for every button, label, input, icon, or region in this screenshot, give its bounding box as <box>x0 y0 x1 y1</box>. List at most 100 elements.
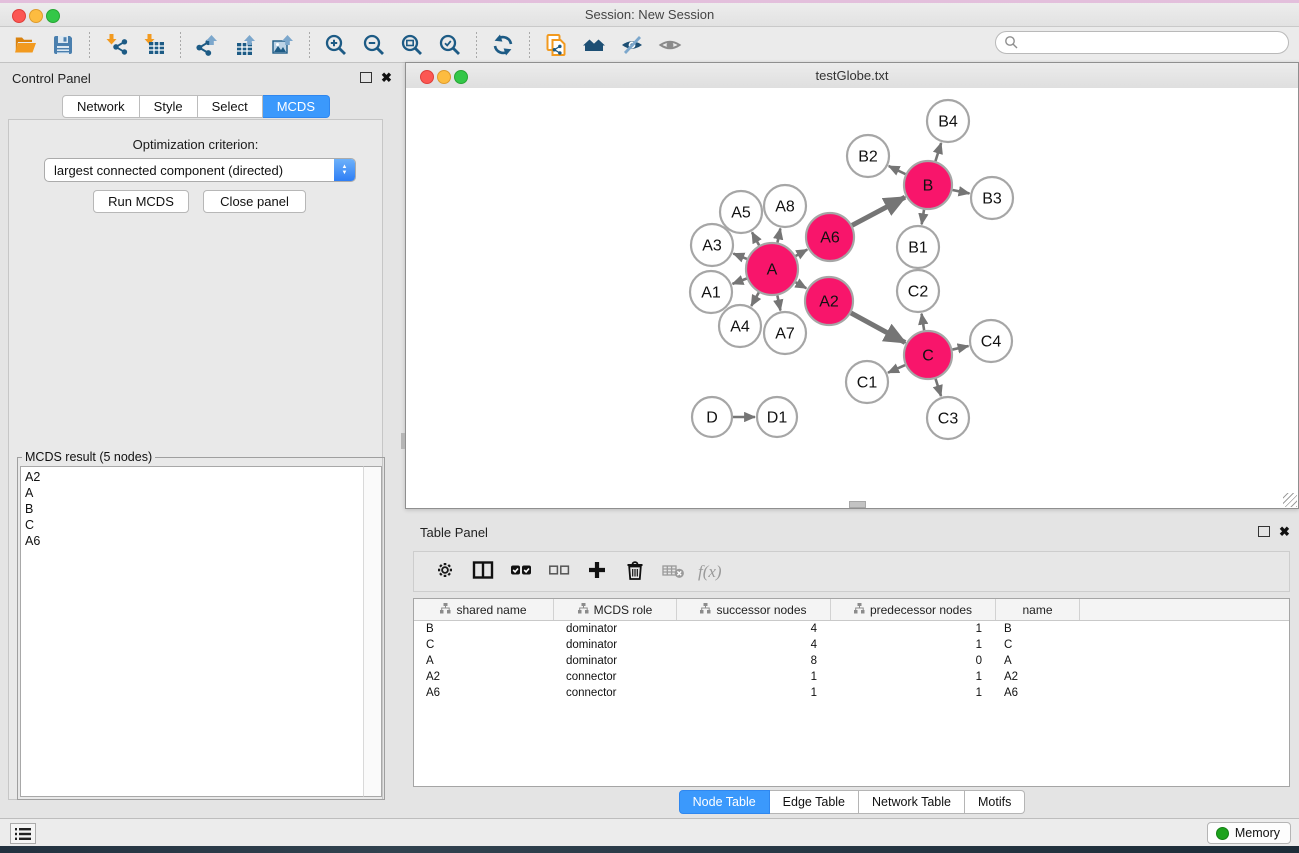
table-tab-motifs[interactable]: Motifs <box>965 790 1025 814</box>
graph-node-A1[interactable]: A1 <box>690 271 732 313</box>
show-all-button[interactable] <box>652 29 688 61</box>
table-cell[interactable]: 1 <box>831 621 996 637</box>
table-cell[interactable]: C <box>414 637 554 653</box>
table-tab-network-table[interactable]: Network Table <box>859 790 965 814</box>
graph-node-A7[interactable]: A7 <box>764 312 806 354</box>
column-layout-button[interactable] <box>465 555 501 589</box>
table-cell[interactable]: A6 <box>996 685 1080 701</box>
select-all-button[interactable] <box>503 555 539 589</box>
graph-edge-C-C2[interactable] <box>922 314 925 331</box>
table-tab-edge-table[interactable]: Edge Table <box>770 790 859 814</box>
export-network-button[interactable] <box>189 29 225 61</box>
table-cell[interactable]: A <box>414 653 554 669</box>
table-row-B[interactable]: Bdominator41B <box>414 621 1289 637</box>
graph-edge-A-A2[interactable] <box>796 282 807 288</box>
deselect-all-button[interactable] <box>541 555 577 589</box>
graph-node-A5[interactable]: A5 <box>720 191 762 233</box>
graph-node-D1[interactable]: D1 <box>757 397 797 437</box>
graph-edge-B-B2[interactable] <box>889 166 906 174</box>
graph-edge-A-A1[interactable] <box>733 279 747 284</box>
graph-node-B4[interactable]: B4 <box>927 100 969 142</box>
horizontal-scrollbar-thumb[interactable] <box>849 501 866 508</box>
table-row-A[interactable]: Adominator80A <box>414 653 1289 669</box>
graph-edge-A2-C[interactable] <box>851 313 905 343</box>
graph-node-A6[interactable]: A6 <box>806 213 854 261</box>
tab-select[interactable]: Select <box>198 95 263 118</box>
table-row-A6[interactable]: A6connector11A6 <box>414 685 1289 701</box>
graph-node-A4[interactable]: A4 <box>719 305 761 347</box>
graph-edge-B-B4[interactable] <box>935 143 941 161</box>
graph-edge-B-B3[interactable] <box>952 190 969 193</box>
graph-edge-A-A8[interactable] <box>777 229 780 243</box>
graph-node-A3[interactable]: A3 <box>691 224 733 266</box>
network-graph[interactable]: B4B2BB3A5A8A6A3B1AA1C2A2A4A7CC4C1C3DD1 <box>406 88 1298 508</box>
table-cell[interactable]: A2 <box>414 669 554 685</box>
table-cell[interactable]: 1 <box>831 669 996 685</box>
run-mcds-button[interactable]: Run MCDS <box>93 190 189 213</box>
table-cell[interactable]: 4 <box>677 621 831 637</box>
graph-edge-C-C1[interactable] <box>888 365 905 373</box>
table-cell[interactable]: 1 <box>831 637 996 653</box>
panel-list-button[interactable] <box>10 823 36 844</box>
save-session-button[interactable] <box>45 29 81 61</box>
graph-node-C2[interactable]: C2 <box>897 270 939 312</box>
graph-node-B3[interactable]: B3 <box>971 177 1013 219</box>
delete-table-button[interactable] <box>655 555 691 589</box>
graph-node-C4[interactable]: C4 <box>970 320 1012 362</box>
optimization-dropdown[interactable]: largest connected component (directed) ▲… <box>44 158 356 182</box>
table-row-A2[interactable]: A2connector11A2 <box>414 669 1289 685</box>
settings-gear-button[interactable] <box>427 555 463 589</box>
tab-mcds[interactable]: MCDS <box>263 95 330 118</box>
hide-selected-button[interactable] <box>614 29 650 61</box>
mcds-result-item[interactable]: A2 <box>25 469 365 485</box>
table-row-C[interactable]: Cdominator41C <box>414 637 1289 653</box>
mcds-result-list[interactable]: A2ABCA6 <box>20 466 365 797</box>
resize-grip-icon[interactable] <box>1283 493 1297 507</box>
graph-edge-C-C3[interactable] <box>936 379 941 396</box>
graph-edge-B-B1[interactable] <box>922 210 924 225</box>
column-header-shared-name[interactable]: shared name <box>414 599 554 620</box>
import-network-button[interactable] <box>98 29 134 61</box>
graph-node-B[interactable]: B <box>904 161 952 209</box>
close-panel-icon[interactable]: ✖ <box>381 73 392 83</box>
table-cell[interactable]: B <box>414 621 554 637</box>
graph-edge-A-A4[interactable] <box>751 293 759 306</box>
splitter-handle[interactable] <box>401 433 405 449</box>
refresh-button[interactable] <box>485 29 521 61</box>
table-cell[interactable]: A6 <box>414 685 554 701</box>
graph-node-A8[interactable]: A8 <box>764 185 806 227</box>
graph-node-D[interactable]: D <box>692 397 732 437</box>
graph-edge-A-A6[interactable] <box>796 250 808 256</box>
zoom-in-button[interactable] <box>318 29 354 61</box>
search-input[interactable] <box>995 31 1289 54</box>
table-cell[interactable]: B <box>996 621 1080 637</box>
close-table-panel-icon[interactable]: ✖ <box>1279 527 1290 537</box>
app-titlebar[interactable]: Session: New Session <box>0 3 1299 27</box>
tab-network[interactable]: Network <box>62 95 140 118</box>
table-cell[interactable]: 1 <box>677 685 831 701</box>
graph-node-B1[interactable]: B1 <box>897 226 939 268</box>
memory-button[interactable]: Memory <box>1207 822 1291 844</box>
table-cell[interactable]: C <box>996 637 1080 653</box>
open-file-button[interactable] <box>7 29 43 61</box>
graph-edge-A-A3[interactable] <box>733 254 747 259</box>
graph-node-C1[interactable]: C1 <box>846 361 888 403</box>
mcds-result-item[interactable]: B <box>25 501 365 517</box>
column-header-predecessor-nodes[interactable]: predecessor nodes <box>831 599 996 620</box>
network-window-titlebar[interactable]: testGlobe.txt <box>406 63 1298 89</box>
column-header-name[interactable]: name <box>996 599 1080 620</box>
column-header-MCDS-role[interactable]: MCDS role <box>554 599 677 620</box>
graph-node-A2[interactable]: A2 <box>805 277 853 325</box>
table-cell[interactable]: 1 <box>831 685 996 701</box>
table-cell[interactable]: 0 <box>831 653 996 669</box>
table-cell[interactable]: dominator <box>554 621 677 637</box>
tab-style[interactable]: Style <box>140 95 198 118</box>
mcds-result-item[interactable]: A6 <box>25 533 365 549</box>
graph-node-C[interactable]: C <box>904 331 952 379</box>
function-builder-icon[interactable]: f(x) <box>698 562 722 582</box>
table-cell[interactable]: 1 <box>677 669 831 685</box>
duplicate-network-button[interactable] <box>538 29 574 61</box>
table-cell[interactable]: dominator <box>554 653 677 669</box>
delete-entry-button[interactable] <box>617 555 653 589</box>
table-cell[interactable]: connector <box>554 669 677 685</box>
